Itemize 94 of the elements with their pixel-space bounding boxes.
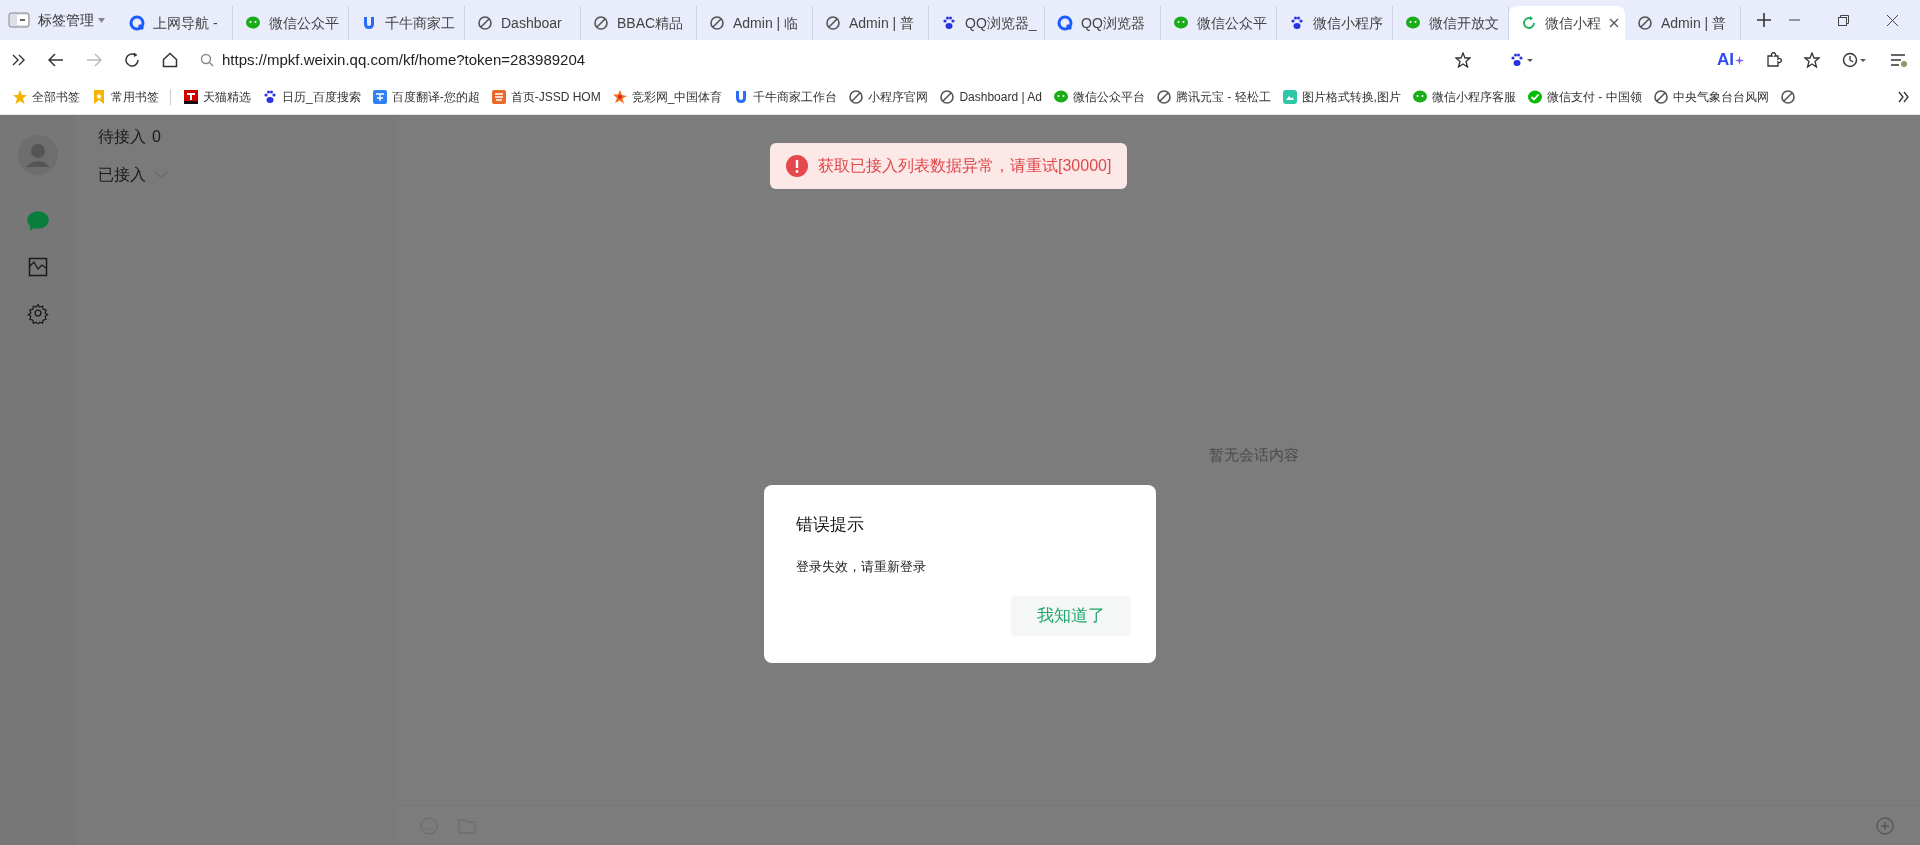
check-circle-icon	[1526, 89, 1543, 105]
bookmark-item[interactable]: 千牛商家工作台	[733, 88, 838, 106]
dialog-title: 错误提示	[796, 514, 865, 536]
bookmark-item[interactable]: 小程序官网	[848, 88, 929, 106]
bookmark-item[interactable]: 全部书签	[12, 88, 80, 106]
close-icon[interactable]	[1887, 14, 1898, 26]
circle-slash-icon	[1779, 89, 1796, 105]
bookmark-item[interactable]: 首页-JSSD HOM	[490, 88, 601, 106]
circle-slash-icon	[477, 15, 493, 31]
tab-title: Admin | 临	[733, 13, 799, 33]
tab-title: QQ浏览器_	[965, 13, 1037, 33]
circle-slash-icon	[709, 15, 725, 31]
bookmark-item[interactable]: 微信支付 - 中国领	[1526, 88, 1642, 106]
settings-icon	[26, 302, 49, 324]
tab-title: Dashboar	[501, 13, 562, 33]
square-logo-icon	[183, 89, 199, 105]
circle-slash-icon	[593, 15, 609, 31]
chat-bubble-icon	[1405, 15, 1421, 31]
chat-bubble-icon	[26, 211, 49, 231]
reload-icon[interactable]	[124, 52, 140, 68]
image-icon	[1281, 89, 1298, 105]
chat-bubble-icon	[245, 15, 261, 31]
back-icon[interactable]	[48, 53, 64, 67]
chart-icon	[27, 257, 48, 277]
tab-title: 微信小程序	[1313, 13, 1383, 33]
starburst-icon	[611, 89, 628, 105]
bookmark-item[interactable]: 百度翻译-您的超	[371, 88, 480, 106]
tab-title: Admin | 普	[1661, 13, 1727, 33]
star-icon	[12, 89, 28, 105]
chat-bubble-icon	[1173, 15, 1189, 31]
shield-icon	[361, 15, 377, 31]
tab-title: 微信小程	[1545, 13, 1601, 33]
bookmark-item[interactable]: 腾讯元宝 - 轻松工	[1155, 88, 1271, 106]
ai-button[interactable]: AI	[1717, 47, 1744, 73]
new-tab-icon[interactable]	[1757, 13, 1771, 27]
url-text: https://mpkf.weixin.qq.com/kf/home?token=283989204	[222, 49, 586, 70]
tab-title: 微信公众平	[1197, 13, 1267, 33]
chat-bubble-icon	[1052, 89, 1069, 105]
caret-icon	[98, 17, 105, 23]
tab-title: BBAC精品	[617, 13, 684, 33]
tab-title: QQ浏览器	[1081, 13, 1145, 33]
puzzle-icon[interactable]	[1766, 52, 1782, 68]
waiting-count: 0	[152, 127, 161, 147]
paw-icon	[1289, 15, 1305, 31]
star-outline-icon[interactable]	[1455, 52, 1471, 68]
bookmark-item[interactable]: 日历_百度搜索	[262, 88, 361, 106]
circle-slash-icon	[1155, 89, 1172, 105]
bookmark-item[interactable]: 天猫精选	[183, 88, 251, 106]
tab-manager-button[interactable]: 标签管理	[34, 9, 109, 31]
address-field[interactable]: https://mpkf.weixin.qq.com/kf/home?token=283989204	[200, 44, 1695, 76]
bookmark-item[interactable]: 常用书签	[91, 88, 159, 106]
sparkle-icon	[1735, 55, 1744, 65]
accepted-dropdown[interactable]: 已接入	[98, 163, 168, 187]
waiting-label: 待接入	[98, 127, 146, 147]
double-chevron-icon[interactable]	[1898, 91, 1910, 103]
tab-manager-icon[interactable]	[8, 12, 30, 28]
circle-slash-icon	[848, 89, 865, 105]
dialog-message: 登录失效，请重新登录	[796, 557, 927, 576]
bookmark-item[interactable]: Dashboard | Ad	[939, 88, 1042, 106]
bookmark-item[interactable]: 图片格式转换,图片	[1281, 88, 1401, 106]
q-logo-icon	[1057, 15, 1073, 31]
browser-tab[interactable]: 微信小程	[1509, 6, 1625, 40]
tab-title: 微信公众平	[269, 13, 339, 33]
circle-slash-icon	[825, 15, 841, 31]
paw-icon	[262, 89, 278, 105]
reload-icon	[1521, 15, 1537, 31]
bookmark-item[interactable]: 微信公众平台	[1052, 88, 1145, 106]
bookmark-icon	[91, 89, 107, 105]
circle-slash-icon	[939, 89, 956, 105]
tab-title: 千牛商家工	[385, 13, 455, 33]
tab-title: 微信开放文	[1429, 13, 1499, 33]
home-icon[interactable]	[162, 52, 178, 68]
toast-message: 获取已接入列表数据异常，请重试[30000]	[818, 156, 1112, 176]
translate-icon	[371, 89, 388, 105]
bookmark-item[interactable]: 微信小程序客服	[1411, 88, 1516, 106]
bookmark-item[interactable]: 中央气象台台风网	[1652, 88, 1769, 106]
circle-slash-icon	[1652, 89, 1669, 105]
double-chevron-icon[interactable]	[12, 54, 26, 66]
paw-dropdown-icon[interactable]	[1509, 52, 1535, 68]
square-logo-icon	[490, 89, 507, 105]
error-icon	[786, 155, 808, 177]
q-logo-icon	[129, 15, 145, 31]
search-icon	[200, 53, 214, 67]
star-outline-icon[interactable]	[1804, 52, 1820, 68]
circle-slash-icon	[1637, 15, 1653, 31]
restore-icon[interactable]	[1838, 14, 1849, 26]
history-icon[interactable]	[1842, 52, 1868, 68]
menu-icon[interactable]	[1890, 52, 1908, 68]
bookmark-item[interactable]: 竞彩网_中国体育	[611, 88, 723, 106]
tab-title: Admin | 普	[849, 13, 915, 33]
tab-title: 上网导航 -	[153, 13, 218, 33]
chat-bubble-icon	[1411, 89, 1428, 105]
close-icon[interactable]	[1609, 18, 1619, 28]
paw-icon	[941, 15, 957, 31]
